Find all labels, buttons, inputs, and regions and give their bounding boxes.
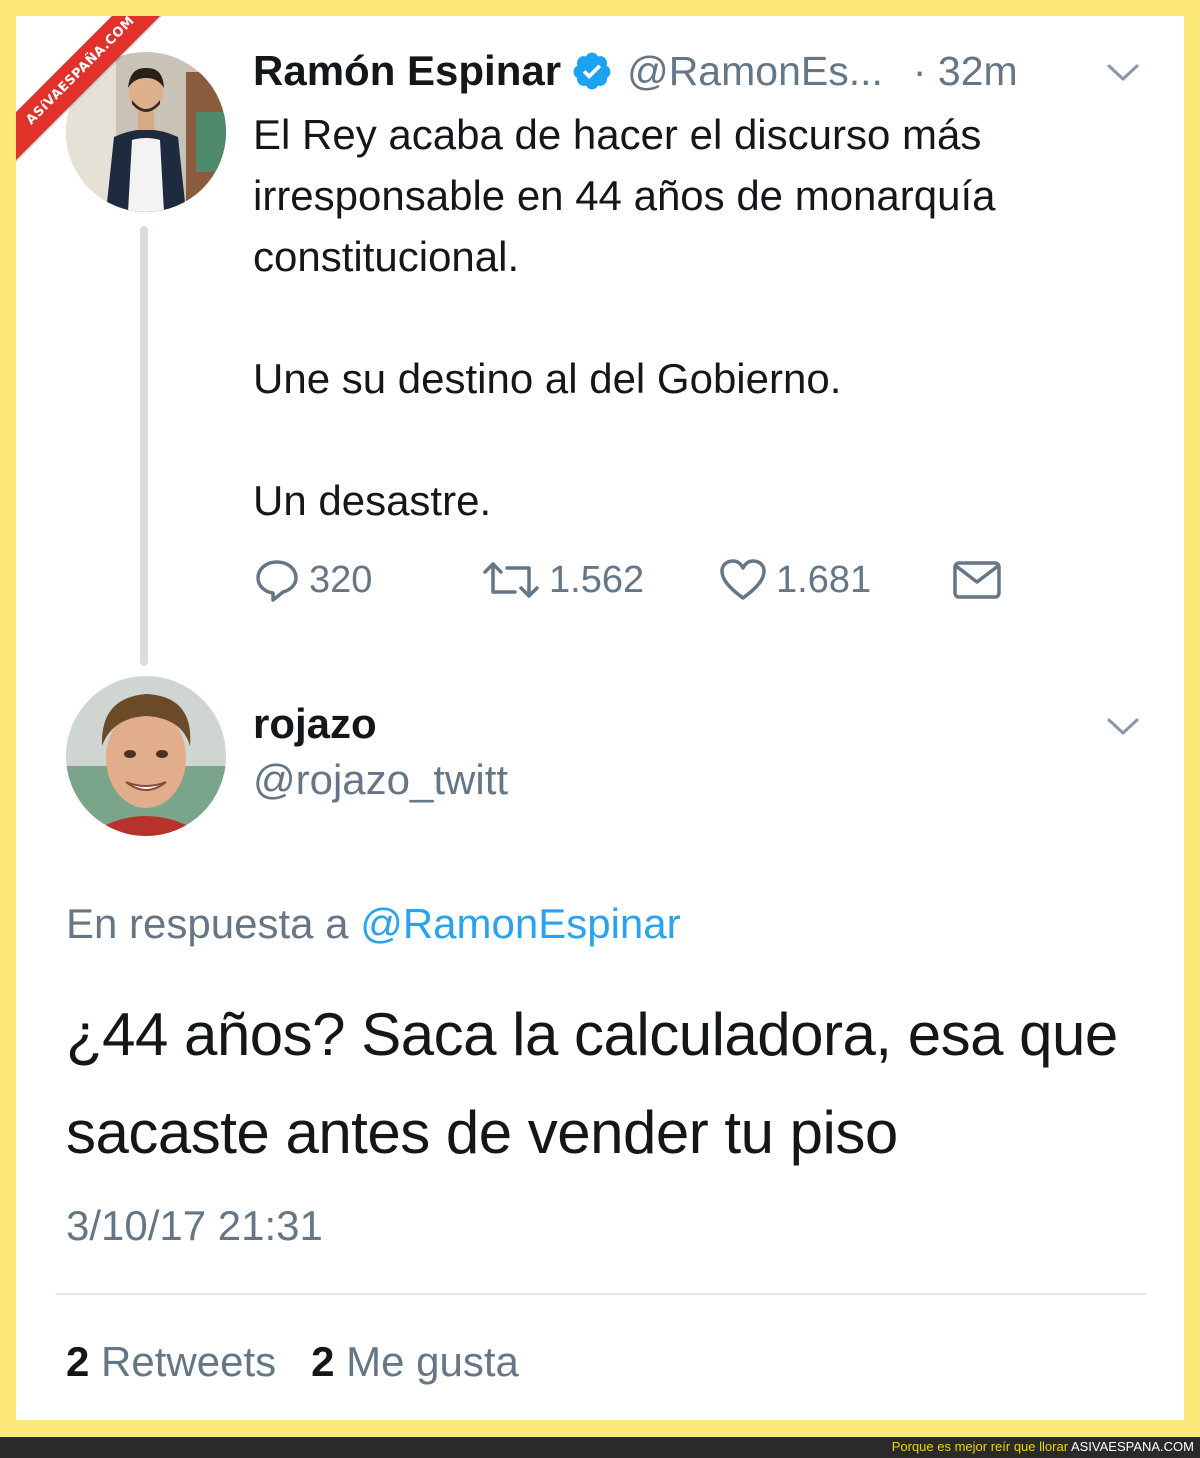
reply-text: ¿44 años? Saca la calculadora, esa que s…	[66, 1001, 1118, 1166]
engagement-stats: 2 Retweets 2 Me gusta	[66, 1338, 519, 1386]
tweet-header: Ramón Espinar @RamonEs... · 32m	[253, 44, 1018, 98]
author-name[interactable]: Ramón Espinar	[253, 47, 561, 95]
avatar-rojazo[interactable]	[66, 676, 226, 836]
in-reply-handle-link[interactable]: @RamonEspinar	[360, 900, 680, 947]
reply-timestamp[interactable]: 3/10/17 21:31	[66, 1202, 323, 1250]
tweet-paragraph-3: Un desastre.	[253, 477, 492, 524]
heart-icon	[718, 556, 768, 604]
tweet-paragraph-1: El Rey acaba de hacer el discurso más ir…	[253, 111, 996, 280]
in-reply-to: En respuesta a @RamonEspinar	[66, 900, 681, 948]
retweets-stat-label: Retweets	[101, 1338, 277, 1385]
reply-icon	[253, 556, 301, 604]
chevron-down-icon[interactable]	[1106, 62, 1140, 89]
author-handle[interactable]: @RamonEs...	[627, 48, 883, 95]
likes-stat[interactable]: 2 Me gusta	[311, 1338, 519, 1385]
retweet-count: 1.562	[549, 558, 645, 601]
in-reply-prefix: En respuesta a	[66, 900, 349, 947]
likes-stat-count: 2	[311, 1338, 335, 1385]
thread-line	[140, 226, 148, 666]
footer-site-link[interactable]: ASIVAESPANA.COM	[1071, 1439, 1194, 1454]
envelope-icon	[951, 556, 1003, 604]
footer-tagline: Porque es mejor reír que llorar	[891, 1439, 1069, 1454]
retweet-button[interactable]: 1.562	[481, 556, 644, 604]
verified-icon	[571, 50, 613, 92]
tweet-time[interactable]: · 32m	[913, 48, 1018, 95]
footer-text: Porque es mejor reír que llorar ASIVAESP…	[892, 1439, 1194, 1454]
likes-stat-label: Me gusta	[346, 1338, 519, 1385]
retweets-stat-count: 2	[66, 1338, 90, 1385]
footer-bar: Porque es mejor reír que llorar ASIVAESP…	[0, 1437, 1200, 1458]
tweet-text: El Rey acaba de hacer el discurso más ir…	[253, 104, 1163, 531]
reply-button[interactable]: 320	[253, 556, 372, 604]
reply-author-name[interactable]: rojazo	[253, 700, 377, 748]
retweets-stat[interactable]: 2 Retweets	[66, 1338, 276, 1385]
tweet-paragraph-2: Une su destino al del Gobierno.	[253, 355, 842, 402]
retweet-icon	[481, 556, 541, 604]
dm-button[interactable]	[951, 556, 1003, 604]
like-count: 1.681	[776, 558, 872, 601]
like-button[interactable]: 1.681	[718, 556, 871, 604]
reply-count: 320	[309, 558, 373, 601]
divider	[56, 1293, 1146, 1295]
chevron-down-icon[interactable]	[1106, 716, 1140, 743]
tweet-card: ASíVAESPAÑA.COM Ramón Espinar @RamonEs..…	[16, 16, 1184, 1420]
reply-author-handle[interactable]: @rojazo_twitt	[253, 756, 508, 804]
